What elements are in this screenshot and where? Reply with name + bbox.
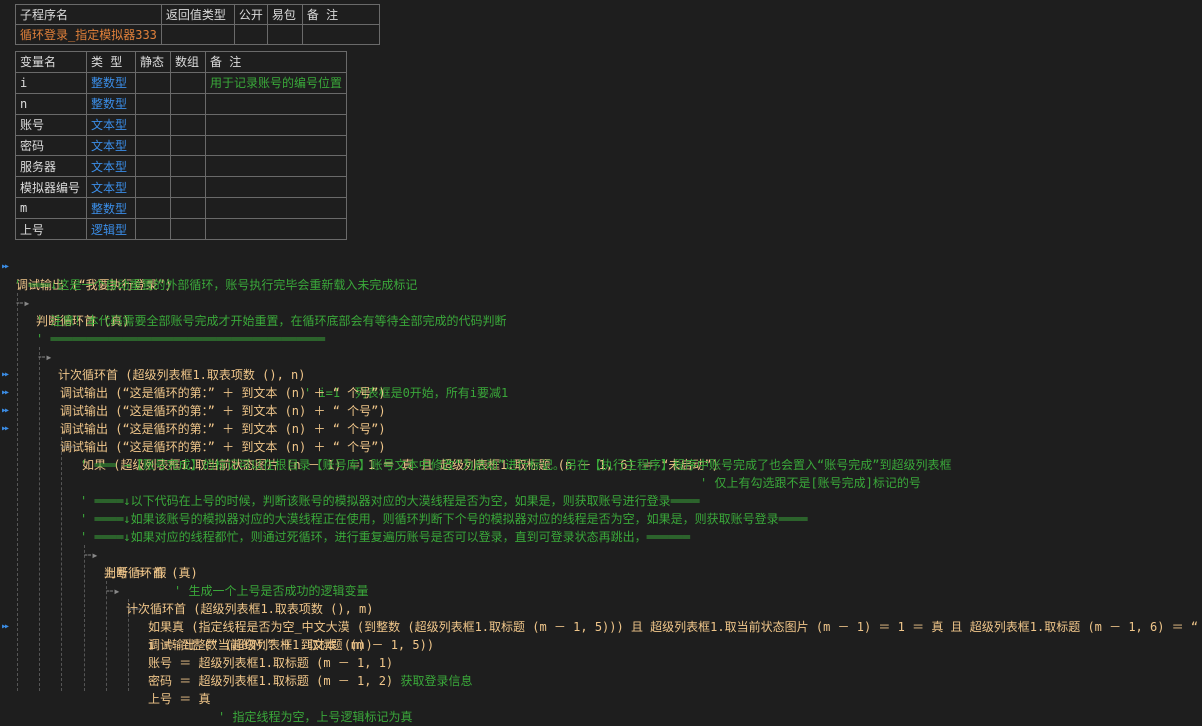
variable-row[interactable]: i 整数型 用于记录账号的编号位置 <box>15 71 348 94</box>
var-static-cell[interactable] <box>135 71 171 94</box>
header-subroutine-name: 子程序名 <box>15 4 162 25</box>
code-line[interactable]: ▸▸ 调试输出 (“这是循环的第：” ＋ 到文本 (n) ＋ “ 个号”) <box>0 402 1202 454</box>
variable-table: 变量名 类 型 静态 数组 备 注 i 整数型 用于记录账号的编号位置 n 整数… <box>15 51 348 241</box>
code-line[interactable]: ' ══════════════════════════════════════ <box>0 312 1202 346</box>
subroutine-row[interactable]: 循环登录_指定模拟器333 <box>15 24 380 45</box>
header-public: 公开 <box>233 4 268 25</box>
var-remark-cell[interactable] <box>204 197 348 220</box>
var-array-cell[interactable] <box>170 71 206 94</box>
header-return-type: 返回值类型 <box>160 4 235 25</box>
var-remark-cell[interactable] <box>204 176 348 199</box>
var-static-cell[interactable] <box>135 197 171 220</box>
var-remark-cell[interactable] <box>204 113 348 136</box>
header-array: 数组 <box>170 51 206 73</box>
var-name-cell[interactable]: m <box>15 197 87 220</box>
variable-row[interactable]: 服务器 文本型 <box>15 155 348 178</box>
subroutine-header-row: 子程序名 返回值类型 公开 易包 备 注 <box>15 4 380 25</box>
var-type-cell[interactable]: 文本型 <box>86 113 136 136</box>
code-line[interactable]: ╌▸ 判断循环首 (真) <box>0 276 1202 328</box>
public-cell[interactable] <box>233 24 268 45</box>
var-remark-cell[interactable]: 用于记录账号的编号位置 <box>204 71 348 94</box>
code-line[interactable]: 账号 ＝ 超级列表框1.取标题 (m － 1, 1) ' 获取登录信息 <box>0 636 1202 688</box>
variable-row[interactable]: n 整数型 <box>15 92 348 115</box>
variable-row[interactable]: 密码 文本型 <box>15 134 348 157</box>
var-type-cell[interactable]: 逻辑型 <box>86 218 136 241</box>
code-line[interactable]: ▸▸ 调试输出 (“当前的M：” ＋ 到文本 (m)) <box>0 600 1202 652</box>
var-array-cell[interactable] <box>170 92 206 115</box>
statement-text[interactable]: 上号 ＝ 真 <box>148 690 210 708</box>
var-static-cell[interactable] <box>135 113 171 136</box>
var-remark-cell[interactable] <box>204 155 348 178</box>
code-line[interactable]: 上号 ＝ 真 ' 指定线程为空，上号逻辑标记为真 <box>0 672 1202 724</box>
code-line[interactable]: ' ═══↓这是一个自动重置的外部循环，账号执行完毕会重新载入未完成标记 <box>0 258 1202 292</box>
var-name-cell[interactable]: 模拟器编号 <box>15 176 87 199</box>
var-array-cell[interactable] <box>170 155 206 178</box>
variable-header-row: 变量名 类 型 静态 数组 备 注 <box>15 51 348 73</box>
comment-text[interactable]: ' 指定线程为空，上号逻辑标记为真 <box>218 708 412 726</box>
code-line[interactable]: ▸▸ 调试输出 (“这是循环的第：” ＋ 到文本 (n) ＋ “ 个号”) <box>0 384 1202 436</box>
easy-package-cell[interactable] <box>266 24 303 45</box>
var-static-cell[interactable] <box>135 155 171 178</box>
variable-row[interactable]: 账号 文本型 <box>15 113 348 136</box>
var-name-cell[interactable]: 上号 <box>15 218 87 241</box>
header-var-remark: 备 注 <box>204 51 348 73</box>
header-remark: 备 注 <box>301 4 380 25</box>
var-static-cell[interactable] <box>135 176 171 199</box>
code-line[interactable]: ╌▸ 计次循环首 (超级列表框1.取表项数 (), n) ' i=1 列表框是0… <box>0 330 1202 400</box>
var-remark-cell[interactable] <box>204 218 348 241</box>
var-type-cell[interactable]: 文本型 <box>86 134 136 157</box>
code-line[interactable]: ' ════↓以下代码在上号的时候，判断该账号的模拟器对应的大漠线程是否为空，如… <box>0 474 1202 508</box>
var-static-cell[interactable] <box>135 134 171 157</box>
code-line[interactable]: ' ════↓如果对应的线程都忙，则通过死循环，进行重复遍历账号是否可以登录，直… <box>0 510 1202 544</box>
variable-row[interactable]: m 整数型 <box>15 197 348 220</box>
code-line[interactable]: ▸▸ 调试输出 (“这是循环的第：” ＋ 到文本 (n) ＋ “ 个号”) <box>0 366 1202 418</box>
code-line[interactable]: ▸▸ 调试输出 (“这是循环的第：” ＋ 到文本 (n) ＋ “ 个号”) <box>0 348 1202 400</box>
var-type-cell[interactable]: 整数型 <box>86 71 136 94</box>
code-line[interactable]: ▸▸ 调试输出 (“我要执行登录”) <box>0 240 1202 292</box>
code-line[interactable]: ╌╌ 如果真 (指定线程是否为空_中文大漠 (到整数 (超级列表框1.取标题 (… <box>0 582 1202 634</box>
remark-cell[interactable] <box>301 24 380 45</box>
header-static: 静态 <box>135 51 171 73</box>
code-line[interactable]: ' ═══ →【账号完成】的标记可以在根目录【账号库】账号文本中修改“为启动”进… <box>0 438 1202 472</box>
var-array-cell[interactable] <box>170 197 206 220</box>
code-line[interactable]: 密码 ＝ 超级列表框1.取标题 (m － 1, 2) <box>0 654 1202 688</box>
comment-text[interactable]: ' ═══ →【账号完成】的标记可以在根目录【账号库】账号文本中修改“为启动”进… <box>80 456 951 474</box>
subroutine-table: 子程序名 返回值类型 公开 易包 备 注 循环登录_指定模拟器333 <box>15 4 380 45</box>
var-array-cell[interactable] <box>170 134 206 157</box>
var-name-cell[interactable]: 密码 <box>15 134 87 157</box>
code-line[interactable]: ╌▸ 计次循环首 (超级列表框1.取表项数 (), m) <box>0 564 1202 616</box>
var-type-cell[interactable]: 文本型 <box>86 155 136 178</box>
var-name-cell[interactable]: 服务器 <box>15 155 87 178</box>
subroutine-name-cell[interactable]: 循环登录_指定模拟器333 <box>15 24 162 45</box>
variable-row[interactable]: 上号 逻辑型 <box>15 218 348 241</box>
var-name-cell[interactable]: 账号 <box>15 113 87 136</box>
var-remark-cell[interactable] <box>204 92 348 115</box>
var-type-cell[interactable]: 整数型 <box>86 197 136 220</box>
return-type-cell[interactable] <box>160 24 235 45</box>
code-line[interactable]: ' ════↓如果该账号的模拟器对应的大漠线程正在使用，则循环判断下个号的模拟器… <box>0 492 1202 526</box>
var-name-cell[interactable]: i <box>15 71 87 94</box>
var-name-cell[interactable]: n <box>15 92 87 115</box>
var-array-cell[interactable] <box>170 176 206 199</box>
var-static-cell[interactable] <box>135 218 171 241</box>
code-line[interactable]: ╌╌ 如果 (超级列表框1.取当前状态图片 (n － 1) ＝ 1 ＝ 真 且 … <box>0 420 1202 490</box>
var-static-cell[interactable] <box>135 92 171 115</box>
var-type-cell[interactable]: 文本型 <box>86 176 136 199</box>
var-array-cell[interactable] <box>170 113 206 136</box>
var-remark-cell[interactable] <box>204 134 348 157</box>
code-line[interactable]: i ＝ 到整数 (超级列表框1.取标题 (m － 1, 5)) <box>0 618 1202 652</box>
header-easy-package: 易包 <box>266 4 303 25</box>
variable-row[interactable]: 模拟器编号 文本型 <box>15 176 348 199</box>
code-line[interactable]: ' 注意！本代码需要全部账号完成才开始重置，在循环底部会有等待全部完成的代码判断 <box>0 294 1202 328</box>
var-array-cell[interactable] <box>170 218 206 241</box>
header-var-name: 变量名 <box>15 51 87 73</box>
code-line[interactable]: ╌▸ 判断循环首 (真) <box>0 528 1202 580</box>
var-type-cell[interactable]: 整数型 <box>86 92 136 115</box>
code-line[interactable]: 上号 ＝ 假 ' 生成一个上号是否成功的逻辑变量 <box>0 546 1202 598</box>
header-var-type: 类 型 <box>86 51 136 73</box>
